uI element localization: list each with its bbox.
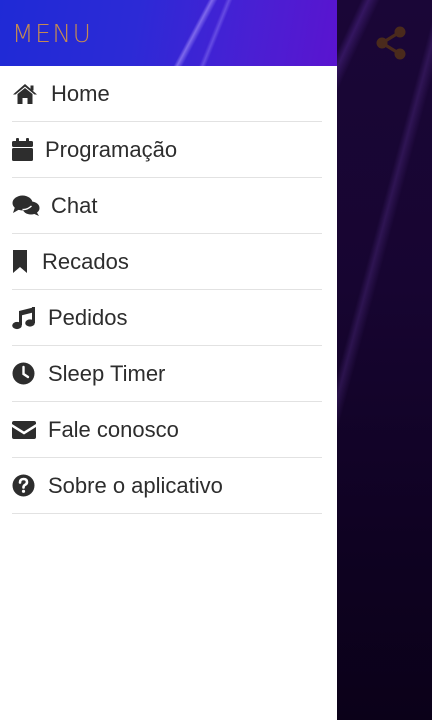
menu-label-recados: Recados [42,248,129,274]
share-icon [375,26,407,60]
bookmark-icon [12,250,32,273]
menu-label-fale-conosco: Fale conosco [48,416,179,442]
clock-icon [12,362,40,385]
envelope-icon [12,420,40,439]
question-circle-icon [12,474,40,497]
drawer-title: MENU [12,19,93,48]
menu-label-programacao: Programação [45,136,178,162]
menu-label-sobre-aplicativo: Sobre o aplicativo [48,472,223,498]
share-button[interactable] [372,24,410,62]
menu-item-recados[interactable]: Recados [12,234,322,290]
menu-item-sleep-timer[interactable]: Sleep Timer [12,346,322,402]
menu-item-programacao[interactable]: Programação [12,122,322,178]
menu-label-home: Home [51,80,110,106]
menu-item-fale-conosco[interactable]: Fale conosco [12,402,322,458]
navigation-drawer: MENU Home Programação Chat Recados Pedid… [0,0,337,720]
drawer-menu: Home Programação Chat Recados Pedidos Sl… [0,66,337,514]
music-note-icon [12,306,40,330]
menu-item-chat[interactable]: Chat [12,178,322,234]
menu-item-home[interactable]: Home [12,66,322,122]
home-icon [12,83,40,105]
drawer-header: MENU [0,0,337,66]
menu-item-sobre-aplicativo[interactable]: Sobre o aplicativo [12,458,322,514]
chat-icon [12,195,40,217]
menu-label-sleep-timer: Sleep Timer [48,360,166,386]
menu-label-pedidos: Pedidos [48,304,128,330]
menu-item-pedidos[interactable]: Pedidos [12,290,322,346]
calendar-icon [12,138,34,161]
menu-label-chat: Chat [51,192,98,218]
